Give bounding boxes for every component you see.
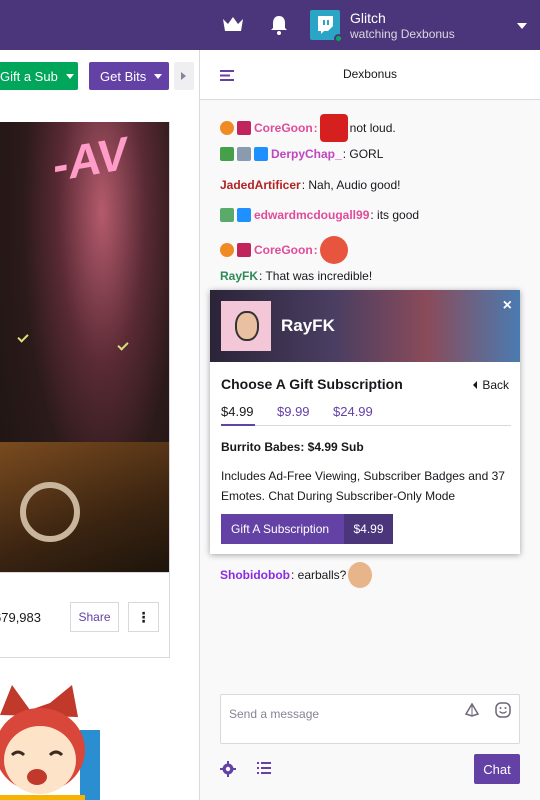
chat-message: CoreGoon: not loud. xyxy=(220,114,396,142)
gift-button-price: $4.99 xyxy=(344,514,393,544)
face-emote-icon xyxy=(348,562,373,588)
chat-input[interactable]: Send a message xyxy=(220,694,520,744)
emoji-icon[interactable] xyxy=(495,702,511,718)
chevron-down-icon[interactable] xyxy=(517,23,527,29)
user-status: watching Dexbonus xyxy=(350,27,455,41)
chat-username[interactable]: CoreGoon xyxy=(254,241,313,259)
chat-text: not loud. xyxy=(349,121,396,135)
avatar-face-graphic xyxy=(235,311,259,341)
chat-panel: Dexbonus CoreGoon: not loud. DerpyChap_ … xyxy=(200,50,540,800)
chevron-down-icon xyxy=(154,73,163,79)
tab-tier-2[interactable]: $9.99 xyxy=(277,404,310,419)
cat-badge-icon xyxy=(237,147,251,161)
subscription-name: Burrito Babes: $4.99 Sub xyxy=(221,440,364,454)
tab-tier-3[interactable]: $24.99 xyxy=(333,404,373,419)
broadcaster-avatar xyxy=(221,301,271,351)
chat-text: : GORL xyxy=(342,147,384,161)
popup-title: Choose A Gift Subscription xyxy=(221,376,403,392)
chat-message: DerpyChap_ : GORL xyxy=(220,145,383,163)
divider xyxy=(0,572,170,573)
crown-icon[interactable] xyxy=(222,15,244,33)
burrito-badge-icon xyxy=(220,121,234,135)
chat-username[interactable]: DerpyChap_ xyxy=(271,145,342,163)
more-options-button[interactable]: ⋮ xyxy=(128,602,159,632)
divider xyxy=(0,657,170,658)
chat-title: Dexbonus xyxy=(342,67,398,81)
cat-mascot-image xyxy=(0,685,100,800)
gift-subscription-popup: RayFK × Choose A Gift Subscription Back … xyxy=(210,290,520,554)
close-icon[interactable]: × xyxy=(503,298,512,314)
chevron-right-icon[interactable] xyxy=(174,62,194,90)
chat-text: : earballs? xyxy=(290,568,347,582)
channel-panel: Gift a Sub Get Bits -AV 679,983 Share ⋮ xyxy=(0,50,200,800)
ring-graphic xyxy=(20,482,80,542)
chat-message: edwardmcdougall99 : its good xyxy=(220,206,419,224)
chat-header: Dexbonus xyxy=(200,50,540,100)
chat-text: : its good xyxy=(370,208,420,222)
chat-input-placeholder: Send a message xyxy=(229,707,320,721)
active-tab-indicator xyxy=(221,424,255,426)
burrito-badge-icon xyxy=(220,243,234,257)
gift-button-label: Gift A Subscription xyxy=(231,522,330,536)
top-nav-bar: Glitch watching Dexbonus xyxy=(0,0,540,50)
crown-badge-icon xyxy=(254,147,268,161)
chat-text: : That was incredible! xyxy=(259,269,373,283)
tier-tabs: $4.99 $9.99 $24.99 xyxy=(221,404,511,426)
chevron-left-icon xyxy=(473,381,478,389)
divider xyxy=(169,122,170,658)
get-bits-button[interactable]: Get Bits xyxy=(89,62,169,90)
popup-banner: RayFK × xyxy=(210,290,520,362)
sword-badge-icon xyxy=(220,147,234,161)
chat-username[interactable]: Shobidobob xyxy=(220,566,290,584)
chat-message: JadedArtificer : Nah, Audio good! xyxy=(220,176,400,194)
chat-message: RayFK : That was incredible! xyxy=(220,267,372,285)
sub-badge-icon xyxy=(237,121,251,135)
chat-username[interactable]: RayFK xyxy=(220,267,258,285)
chat-send-button[interactable]: Chat xyxy=(474,754,520,784)
chat-message: Shobidobob : earballs? xyxy=(220,562,374,588)
broadcaster-name: RayFK xyxy=(281,316,335,335)
settings-gear-icon[interactable] xyxy=(220,761,236,777)
video-player[interactable]: -AV xyxy=(0,122,170,572)
bell-icon[interactable] xyxy=(270,14,288,36)
subscription-description: Includes Ad-Free Viewing, Subscriber Bad… xyxy=(221,469,505,503)
tab-tier-1[interactable]: $4.99 xyxy=(221,404,254,419)
chat-text: : Nah, Audio good! xyxy=(301,178,401,192)
chevron-down-icon xyxy=(65,73,74,79)
cat-badge-icon xyxy=(220,208,234,222)
view-count: 679,983 xyxy=(0,610,41,625)
username[interactable]: Glitch xyxy=(350,10,386,26)
cat-face-emote-icon xyxy=(319,236,348,264)
target-marker-icon xyxy=(117,339,129,351)
chat-username[interactable]: edwardmcdougall99 xyxy=(254,206,369,224)
neon-sign-graphic: -AV xyxy=(48,126,132,192)
online-status-dot xyxy=(334,34,343,43)
chat-message: CoreGoon: xyxy=(220,236,350,264)
target-marker-icon xyxy=(17,331,29,343)
back-button[interactable]: Back xyxy=(473,378,509,392)
user-avatar[interactable] xyxy=(310,10,343,43)
share-button[interactable]: Share xyxy=(70,602,119,632)
viewer-list-icon[interactable] xyxy=(257,762,271,774)
gift-sub-button[interactable]: Gift a Sub xyxy=(0,62,78,90)
chat-username[interactable]: CoreGoon xyxy=(254,119,313,137)
crown-badge-icon xyxy=(237,208,251,222)
no-emote-icon xyxy=(319,114,348,142)
bits-icon[interactable] xyxy=(465,703,479,717)
sub-badge-icon xyxy=(237,243,251,257)
chat-username[interactable]: JadedArtificer xyxy=(220,176,301,194)
gift-subscription-button[interactable]: Gift A Subscription $4.99 xyxy=(221,514,393,544)
